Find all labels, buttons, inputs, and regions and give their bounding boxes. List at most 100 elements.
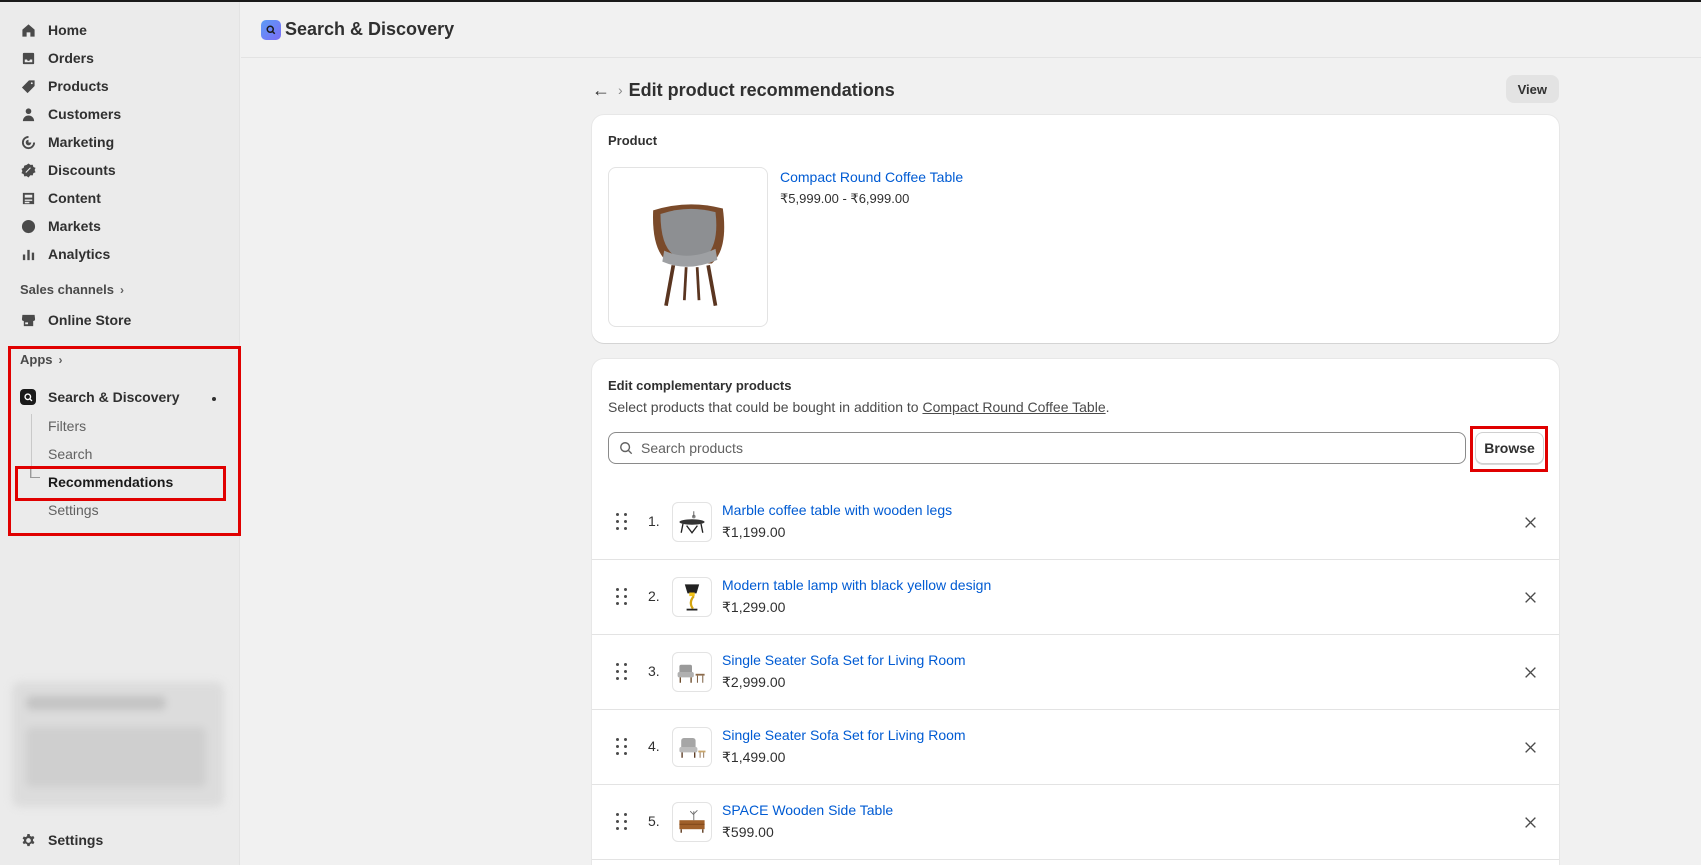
sidebar-item-customers[interactable]: Customers (20, 100, 121, 128)
sidebar-item-label: Marketing (48, 134, 115, 150)
drag-handle-icon[interactable] (616, 663, 628, 681)
tag-icon (20, 78, 36, 94)
sidebar-item-label: Customers (48, 106, 122, 122)
lamp-thumbnail-icon (684, 584, 700, 611)
sidebar-item-label: Products (48, 78, 109, 94)
sidebar: Home Orders Products Customers Marketing… (0, 2, 241, 865)
sidebar-item-marketing[interactable]: Marketing (20, 128, 114, 156)
item-price: ₹2,999.00 (722, 674, 786, 690)
app-header: Search & Discovery (241, 2, 1701, 58)
search-discovery-logo-icon (261, 19, 281, 40)
person-icon (20, 106, 36, 122)
item-thumbnail (672, 652, 712, 692)
complementary-products-list: 1. Marble coffee table with wooden legs … (592, 485, 1559, 860)
sidebar-sub-item-filters[interactable]: Filters (48, 418, 86, 434)
sidebar-item-label: Analytics (48, 246, 111, 262)
drag-handle-icon[interactable] (616, 588, 628, 606)
product-price-range: ₹5,999.00 - ₹6,999.00 (780, 191, 910, 206)
item-thumbnail (672, 727, 712, 767)
breadcrumb-chevron-icon: › (618, 82, 623, 98)
remove-icon[interactable] (1519, 586, 1541, 608)
complementary-heading: Edit complementary products (608, 378, 792, 393)
sidebar-item-label: Settings (48, 832, 104, 848)
item-number: 2. (648, 588, 660, 604)
sidebar-item-label: Search & Discovery (48, 389, 180, 405)
list-item: 3. Single Seater Sofa Set for Living Roo… (592, 635, 1559, 710)
description-product-link[interactable]: Compact Round Coffee Table (922, 399, 1105, 415)
sidebar-item-home[interactable]: Home (20, 16, 87, 44)
search-products-input[interactable] (641, 440, 1441, 456)
list-item: 4. Single Seater Sofa Set for Living Roo… (592, 710, 1559, 785)
sidebar-item-settings[interactable]: Settings (20, 826, 103, 854)
product-card: Product Compact Round Coffee Table ₹5,99… (592, 115, 1559, 343)
drag-handle-icon[interactable] (616, 813, 628, 831)
page-title: Edit product recommendations (628, 79, 895, 100)
sidebar-item-analytics[interactable]: Analytics (20, 240, 110, 268)
gear-icon (20, 832, 36, 848)
sidebar-item-content[interactable]: Content (20, 184, 101, 212)
sidebar-item-discounts[interactable]: Discounts (20, 156, 116, 184)
remove-icon[interactable] (1519, 511, 1541, 533)
item-name-link[interactable]: Modern table lamp with black yellow desi… (722, 577, 991, 593)
sofa-thumbnail-icon (677, 664, 705, 683)
remove-icon[interactable] (1519, 811, 1541, 833)
item-price: ₹1,299.00 (722, 599, 786, 615)
item-name-link[interactable]: Single Seater Sofa Set for Living Room (722, 727, 966, 743)
product-image (608, 167, 768, 327)
apps-header[interactable]: Apps › (20, 352, 63, 367)
chevron-right-icon: › (119, 282, 124, 297)
sidebar-sub-item-search[interactable]: Search (48, 446, 92, 462)
target-icon (20, 134, 36, 150)
sidebar-item-search-discovery[interactable]: Search & Discovery (20, 383, 180, 411)
item-name-link[interactable]: SPACE Wooden Side Table (722, 802, 893, 818)
store-icon (20, 312, 36, 328)
search-icon (620, 442, 633, 455)
sidebar-item-markets[interactable]: Markets (20, 212, 101, 240)
sidebar-item-label: Home (48, 22, 87, 38)
back-arrow-icon[interactable]: ← (592, 80, 610, 101)
content-icon (20, 190, 36, 206)
sidebar-item-label: Orders (48, 50, 94, 66)
globe-icon (20, 218, 36, 234)
coffee-table-thumbnail-icon (679, 511, 705, 534)
view-button[interactable]: View (1505, 75, 1559, 103)
search-products-field[interactable] (608, 432, 1466, 464)
sidebar-sub-item-settings[interactable]: Settings (48, 502, 99, 518)
item-price: ₹1,199.00 (722, 524, 786, 540)
list-item: 5. SPACE Wooden Side Table ₹599.00 (592, 785, 1559, 860)
item-price: ₹1,499.00 (722, 749, 786, 765)
list-item: 2. Modern table lamp with black yellow d… (592, 560, 1559, 635)
blurred-store-card (12, 682, 224, 807)
sidebar-item-orders[interactable]: Orders (20, 44, 94, 72)
item-thumbnail (672, 502, 712, 542)
search-discovery-app-icon (20, 389, 36, 405)
product-name-link[interactable]: Compact Round Coffee Table (780, 169, 963, 185)
item-name-link[interactable]: Marble coffee table with wooden legs (722, 502, 952, 518)
recommendations-highlight-box (15, 466, 226, 501)
item-thumbnail (672, 802, 712, 842)
drag-handle-icon[interactable] (616, 738, 628, 756)
sidebar-item-label: Online Store (48, 312, 132, 328)
item-name-link[interactable]: Single Seater Sofa Set for Living Room (722, 652, 966, 668)
chart-icon (20, 246, 36, 262)
drag-handle-icon[interactable] (616, 513, 628, 531)
armchair-thumbnail-icon (679, 738, 706, 758)
remove-icon[interactable] (1519, 736, 1541, 758)
app-title: Search & Discovery (285, 19, 455, 39)
item-price: ₹599.00 (722, 824, 774, 840)
sales-channels-header[interactable]: Sales channels › (20, 282, 124, 297)
complementary-products-card: Edit complementary products Select produ… (592, 359, 1559, 865)
item-number: 5. (648, 813, 660, 829)
remove-icon[interactable] (1519, 661, 1541, 683)
list-item: 1. Marble coffee table with wooden legs … (592, 485, 1559, 560)
sidebar-item-online-store[interactable]: Online Store (20, 306, 131, 334)
description-text: Select products that could be bought in … (608, 399, 919, 415)
complementary-description: Select products that could be bought in … (608, 399, 1110, 415)
product-card-heading: Product (608, 133, 658, 148)
sidebar-item-label: Markets (48, 218, 101, 234)
pin-dot-icon (212, 397, 216, 401)
side-table-thumbnail-icon (679, 809, 705, 833)
home-icon (20, 22, 36, 38)
orders-icon (20, 50, 36, 66)
sidebar-item-products[interactable]: Products (20, 72, 109, 100)
